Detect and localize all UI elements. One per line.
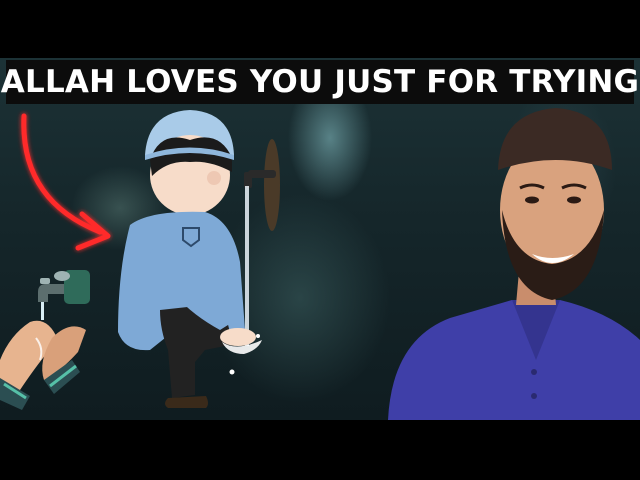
curved-arrow-icon xyxy=(21,113,111,251)
cupped-hands-icon xyxy=(0,320,86,410)
boy-illustration xyxy=(118,110,262,408)
headline-banner: ALLAH LOVES YOU JUST FOR TRYING xyxy=(1,60,639,104)
faucet-icon xyxy=(38,270,90,320)
thumbnail-frame: ALLAH LOVES YOU JUST FOR TRYING xyxy=(0,0,640,480)
headline-text: ALLAH LOVES YOU JUST FOR TRYING xyxy=(0,64,640,100)
speaker-portrait xyxy=(388,108,640,420)
wall-faucet-icon xyxy=(244,139,280,346)
